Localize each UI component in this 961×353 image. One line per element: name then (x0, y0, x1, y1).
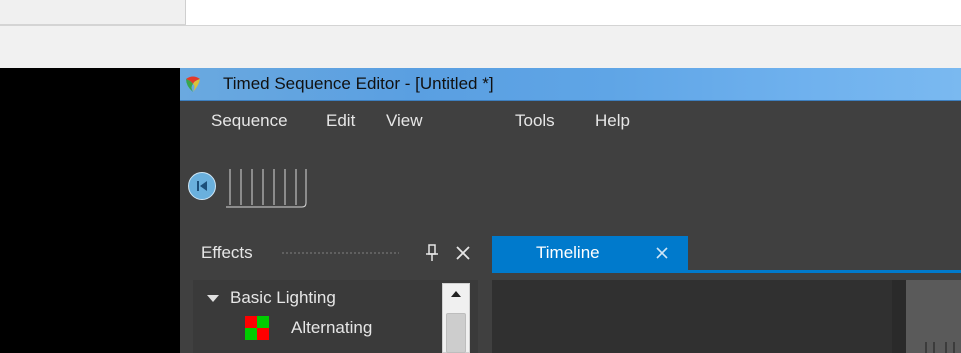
toolbar-grip[interactable] (226, 167, 336, 211)
close-icon[interactable] (654, 245, 670, 261)
vixen-logo-icon (186, 76, 200, 92)
effects-tree-panel: Basic Lighting Alternating (193, 280, 478, 353)
scroll-up-arrow-icon[interactable] (443, 284, 469, 304)
pin-icon[interactable] (425, 244, 439, 262)
menu-edit[interactable]: Edit (326, 101, 355, 141)
host-top-bar (0, 0, 961, 26)
menu-view[interactable]: View (386, 101, 423, 141)
menu-tools[interactable]: Tools (515, 101, 555, 141)
tree-item-alternating[interactable]: Alternating (193, 314, 428, 342)
desktop-background (0, 68, 180, 353)
effects-panel-title: Effects (201, 243, 253, 262)
tab-timeline[interactable]: Timeline (492, 236, 688, 270)
effects-tree: Basic Lighting Alternating (193, 280, 428, 353)
panel-drag-handle[interactable] (281, 251, 399, 255)
timeline-splitter[interactable] (892, 280, 906, 353)
close-icon[interactable] (455, 245, 471, 261)
host-tab[interactable] (0, 0, 186, 25)
tree-item-label: Basic Lighting (230, 288, 336, 307)
effects-scrollbar[interactable] (442, 283, 470, 353)
window-title: Timed Sequence Editor - [Untitled *] (223, 74, 494, 93)
toolbar (180, 141, 961, 223)
app-window: Timed Sequence Editor - [Untitled *] Seq… (180, 68, 961, 353)
tree-item-label: Alternating (291, 318, 373, 337)
tab-strip-underline (492, 270, 961, 273)
skip-to-start-icon (197, 181, 207, 191)
menu-bar: Sequence Edit View Tools Help (180, 101, 961, 141)
alternating-swatch-icon (245, 316, 269, 340)
title-bar: Timed Sequence Editor - [Untitled *] (180, 68, 961, 101)
effects-panel-header: Effects (193, 236, 478, 270)
timeline-canvas[interactable] (492, 280, 961, 353)
timeline-ruler-ticks (925, 342, 955, 353)
triangle-down-icon[interactable] (207, 295, 219, 302)
scroll-thumb[interactable] (446, 313, 466, 353)
tab-label: Timeline (536, 243, 600, 262)
menu-sequence[interactable]: Sequence (211, 101, 288, 141)
rewind-button[interactable] (188, 172, 216, 200)
host-toolbar-strip (0, 26, 961, 68)
menu-help[interactable]: Help (595, 101, 630, 141)
